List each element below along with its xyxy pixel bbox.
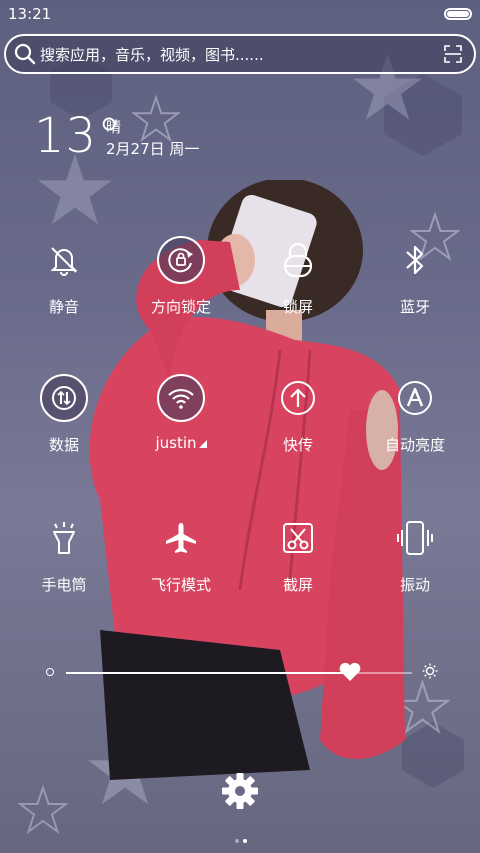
screenshot-icon xyxy=(274,514,322,562)
signal-indicator-icon xyxy=(198,440,207,448)
slider-thumb-heart-icon[interactable] xyxy=(338,662,362,682)
date: 2月27日 周一 xyxy=(106,140,200,158)
weather-condition: 晴 xyxy=(106,118,122,136)
toggle-screenshot[interactable]: 截屏 xyxy=(238,514,358,624)
star-decoration xyxy=(132,95,180,143)
toggle-lock-screen[interactable]: 锁屏 xyxy=(238,236,358,346)
toggle-label: 自动亮度 xyxy=(384,436,445,454)
status-bar: 13:21 xyxy=(0,0,480,28)
brightness-slider[interactable] xyxy=(40,660,440,684)
toggle-label: 静音 xyxy=(48,298,79,316)
bluetooth-icon xyxy=(391,236,439,284)
brightness-high-icon xyxy=(422,663,438,679)
star-decoration xyxy=(18,785,68,835)
toggle-label: 锁屏 xyxy=(282,298,313,316)
hexagon-decoration xyxy=(402,722,464,788)
airplane-icon xyxy=(157,514,205,562)
brightness-low-icon xyxy=(46,668,54,676)
toggle-label: 蓝牙 xyxy=(399,298,430,316)
toggle-label: 振动 xyxy=(399,576,430,594)
toggle-label: 方向锁定 xyxy=(150,298,211,316)
toggle-airplane-mode[interactable]: 飞行模式 xyxy=(121,514,241,624)
toggle-label: 手电筒 xyxy=(41,576,87,594)
toggle-bluetooth[interactable]: 蓝牙 xyxy=(355,236,475,346)
search-icon xyxy=(14,43,36,65)
flashlight-icon xyxy=(40,514,88,562)
wifi-icon xyxy=(157,374,205,422)
search-input[interactable]: 搜索应用，音乐，视频，图书...... xyxy=(40,44,264,65)
toggle-vibrate[interactable]: 振动 xyxy=(355,514,475,624)
toggle-wifi[interactable]: justin xyxy=(121,374,241,484)
clock: 13:21 xyxy=(8,5,52,23)
toggle-label: 数据 xyxy=(48,436,79,454)
toggle-flashlight[interactable]: 手电筒 xyxy=(4,514,124,624)
search-bar[interactable]: 搜索应用，音乐，视频，图书...... xyxy=(4,34,476,74)
battery-icon xyxy=(444,8,472,20)
star-decoration xyxy=(88,734,162,805)
toggle-quick-transfer[interactable]: 快传 xyxy=(238,374,358,484)
toggle-rotation-lock[interactable]: 方向锁定 xyxy=(121,236,241,346)
settings-gear-icon[interactable] xyxy=(221,772,259,810)
bell-off-icon xyxy=(40,236,88,284)
star-decoration xyxy=(395,680,450,735)
page-indicator xyxy=(233,828,249,847)
toggle-silent[interactable]: 静音 xyxy=(4,236,124,346)
auto-brightness-icon xyxy=(391,374,439,422)
toggle-label: 飞行模式 xyxy=(150,576,211,594)
page-dot xyxy=(243,839,247,843)
slider-fill xyxy=(66,672,350,674)
lock-icon xyxy=(274,236,322,284)
toggle-label: 快传 xyxy=(282,436,313,454)
toggle-label: 截屏 xyxy=(282,576,313,594)
toggle-auto-brightness[interactable]: 自动亮度 xyxy=(355,374,475,484)
toggle-label: justin xyxy=(155,434,197,452)
vibrate-icon xyxy=(391,514,439,562)
wifi-network-name: justin xyxy=(121,434,241,452)
toggle-mobile-data[interactable]: 数据 xyxy=(4,374,124,484)
scan-icon[interactable] xyxy=(444,45,462,63)
hexagon-decoration xyxy=(384,74,462,156)
mobile-data-icon xyxy=(40,374,88,422)
page-dot xyxy=(235,839,239,843)
rotation-lock-icon xyxy=(157,236,205,284)
quick-transfer-icon xyxy=(274,374,322,422)
